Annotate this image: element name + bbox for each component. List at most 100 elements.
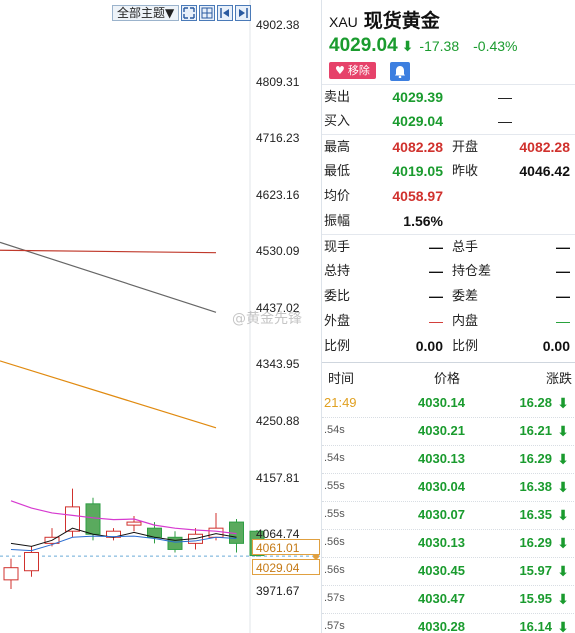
price-row: 4029.04 ⬇ -17.38 -0.43%: [329, 35, 517, 57]
tick-row[interactable]: .55s 4030.07 16.35 ⬇: [322, 502, 575, 530]
quote-row: 买入 4029.04 —: [322, 109, 575, 134]
quote-label: 外盘: [324, 314, 351, 329]
tick-price: 4030.21: [418, 423, 465, 438]
watermark: @黄金先锋: [232, 311, 302, 327]
down-arrow-icon: ⬇: [557, 507, 569, 523]
quote-panel: XAU 现货黄金 4029.04 ⬇ -17.38 -0.43% ♥ 移除 卖出…: [321, 0, 575, 633]
axis-price-label: 4809.31: [256, 75, 300, 89]
tick-row[interactable]: .56s 4030.45 15.97 ⬇: [322, 558, 575, 586]
remove-watchlist-button[interactable]: ♥ 移除: [329, 62, 376, 79]
heart-icon: ♥: [335, 64, 345, 77]
ticks-header-time: 时间: [328, 372, 355, 387]
candle-body: [208, 527, 224, 538]
axis-price-label: 4902.38: [256, 18, 300, 32]
candle-body: [65, 506, 80, 532]
price-tag-high: 4061.01: [252, 539, 320, 555]
quote-row: 最低 4019.05 昨收 4046.42: [322, 159, 575, 184]
quote-label: 比例: [452, 339, 479, 354]
tick-row[interactable]: 21:49 4030.14 16.28 ⬇: [322, 390, 575, 418]
quote-value: 4029.04: [392, 113, 443, 129]
tick-row[interactable]: .54s 4030.13 16.29 ⬇: [322, 446, 575, 474]
tick-time: .54s: [324, 452, 345, 464]
quote-value: —: [429, 288, 443, 304]
tick-price: 4030.28: [418, 619, 465, 633]
quote-value: —: [429, 263, 443, 279]
kline-chart-area[interactable]: 全部主题▼ 4902.38 4809.31 4716.23 4623.16 4530.0…: [0, 0, 321, 633]
quote-value: 4046.42: [519, 163, 570, 179]
quote-label: 内盘: [452, 314, 479, 329]
remove-label: 移除: [347, 64, 370, 77]
down-arrow-icon: ⬇: [557, 535, 569, 551]
quote-value: —: [556, 288, 570, 304]
tick-time: .55s: [324, 480, 345, 492]
grid-icon[interactable]: [199, 5, 216, 21]
quote-value: —: [498, 89, 512, 105]
tick-row[interactable]: .56s 4030.13 16.29 ⬇: [322, 530, 575, 558]
tick-row[interactable]: .57s 4030.47 15.95 ⬇: [322, 586, 575, 614]
tick-row[interactable]: .54s 4030.21 16.21 ⬇: [322, 418, 575, 446]
quote-label: 总手: [452, 240, 479, 255]
theme-select[interactable]: 全部主题▼: [112, 5, 180, 21]
expand-icon[interactable]: [181, 5, 198, 21]
ma-orange-line: [0, 360, 217, 429]
instrument-name: 现货黄金: [363, 10, 440, 32]
quote-label: 持仓差: [452, 264, 492, 279]
quote-value: —: [556, 263, 570, 279]
quote-label: 最低: [324, 164, 351, 179]
quote-label: 委比: [324, 289, 351, 304]
tick-change: 16.28: [519, 395, 552, 410]
price-tag-current: 4029.04: [252, 559, 320, 575]
tick-time: .55s: [324, 508, 345, 520]
ticks-list[interactable]: 21:49 4030.14 16.28 ⬇ .54s 4030.21 16.21 ⬇ .54s 4…: [322, 390, 575, 633]
axis-price-label: 4157.81: [256, 471, 300, 485]
tick-change: 16.29: [519, 451, 552, 466]
down-arrow-icon: ⬇: [557, 395, 569, 411]
quote-label: 比例: [324, 339, 351, 354]
ticks-header-price: 价格: [434, 372, 461, 387]
quote-label: 卖出: [324, 90, 351, 105]
tick-change: 15.97: [519, 563, 552, 578]
quote-label: 总持: [324, 264, 351, 279]
tick-price: 4030.07: [418, 507, 465, 522]
quote-label: 最高: [324, 140, 351, 155]
quote-value: —: [556, 239, 570, 255]
tick-row[interactable]: .55s 4030.04 16.38 ⬇: [322, 474, 575, 502]
title-row: XAU 现货黄金: [329, 6, 440, 33]
tick-time: .57s: [324, 620, 345, 632]
quote-row: 现手 — 总手 —: [322, 234, 575, 259]
tick-change: 16.38: [519, 479, 552, 494]
quote-value: 0.00: [415, 338, 443, 354]
axis-price-label: 4250.88: [256, 414, 300, 428]
candle-body: [3, 567, 19, 581]
tick-change: 16.14: [519, 619, 552, 633]
tick-price: 4030.13: [418, 451, 465, 466]
tick-change: 16.21: [519, 423, 552, 438]
tick-price: 4030.14: [418, 395, 465, 410]
price-change-pct: -0.43%: [473, 38, 518, 54]
candle-body: [126, 521, 142, 526]
down-arrow-icon: ⬇: [557, 479, 569, 495]
axis-price-label: 4716.23: [256, 131, 300, 145]
quote-value: 4058.97: [392, 188, 443, 204]
axis-price-label: 4623.16: [256, 188, 300, 202]
quote-value: —: [556, 313, 570, 329]
candle-body: [24, 551, 39, 572]
axis-price-label: 3971.67: [256, 584, 300, 598]
quote-value: 4019.05: [392, 163, 443, 179]
quote-value: 1.56%: [403, 213, 443, 229]
tick-change: 16.29: [519, 535, 552, 550]
next-icon[interactable]: [235, 5, 252, 21]
quote-value: 4082.28: [392, 139, 443, 155]
tick-change: 16.35: [519, 507, 552, 522]
tick-time: .54s: [324, 424, 345, 436]
quote-label: 买入: [324, 114, 351, 129]
tick-row[interactable]: .57s 4030.28 16.14 ⬇: [322, 614, 575, 633]
ticks-header-change: 涨跌: [545, 372, 572, 387]
alert-button[interactable]: [389, 62, 410, 81]
quote-row: 比例 0.00 比例 0.00: [322, 334, 575, 359]
prev-icon[interactable]: [217, 5, 234, 21]
quote-label: 委差: [452, 289, 479, 304]
down-arrow-icon: ⬇: [557, 619, 569, 633]
tick-price: 4030.04: [418, 479, 465, 494]
tick-time: 21:49: [324, 395, 357, 410]
